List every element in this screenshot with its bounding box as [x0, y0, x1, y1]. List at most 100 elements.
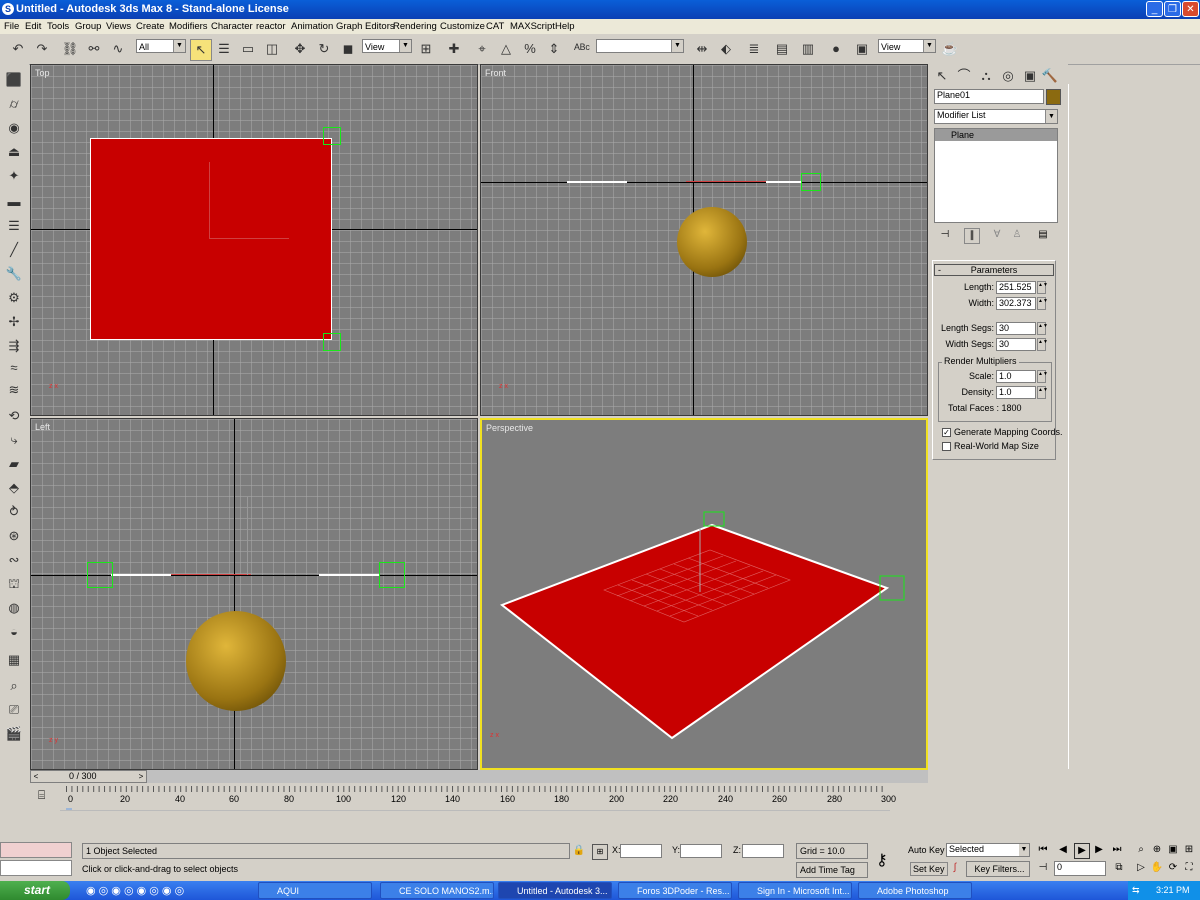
bind-space-warp-icon[interactable]: ∿	[108, 39, 128, 59]
mirror-icon[interactable]: ⇹	[692, 39, 712, 59]
menu-reactor[interactable]: reactor	[256, 21, 286, 32]
create-sphere-icon[interactable]: ◉	[4, 118, 24, 138]
quick-launch-icons[interactable]: ◉ ◎ ◉ ◎ ◉ ◎ ◉ ◎	[86, 884, 184, 897]
density-input[interactable]: 1.0	[996, 386, 1036, 399]
key-icon[interactable]: ⚷	[876, 850, 888, 870]
pan-icon[interactable]: ✋	[1150, 861, 1164, 875]
play-icon[interactable]: ▶	[1074, 843, 1090, 859]
menu-graph-editors[interactable]: Graph Editors	[336, 21, 395, 32]
3ds-max-icon[interactable]: S	[2, 3, 14, 15]
plane-object[interactable]	[90, 138, 332, 340]
gear-icon[interactable]: ⚙	[4, 288, 24, 308]
taper-icon[interactable]: ⬘	[4, 478, 24, 498]
reference-coordinate-dropdown[interactable]: View ▼	[362, 39, 412, 53]
rotate-icon[interactable]: ↻	[314, 39, 334, 59]
selection-filter-dropdown[interactable]: All ▼	[136, 39, 186, 53]
render-view-dropdown[interactable]: View ▼	[878, 39, 936, 53]
render-icon[interactable]: ⎚	[4, 700, 24, 720]
wrap-icon[interactable]: ⟲	[4, 406, 24, 426]
time-slider[interactable]: < 0 / 300 >	[30, 770, 147, 783]
width-segs-spinner[interactable]: ▲▼	[1037, 338, 1048, 351]
length-spinner[interactable]: ▲▼	[1037, 281, 1048, 294]
window-crossing-icon[interactable]: ◫	[262, 39, 282, 59]
viewport-top[interactable]: Top z x	[30, 64, 478, 416]
menu-file[interactable]: File	[4, 21, 19, 32]
ffd-icon[interactable]: ⊛	[4, 526, 24, 546]
schematic-view-icon[interactable]: ▥	[798, 39, 818, 59]
viewport-label[interactable]: Left	[35, 422, 50, 432]
zoom-all-icon[interactable]: ⊕	[1150, 843, 1164, 857]
plane-object-edge[interactable]	[111, 574, 171, 576]
scale-icon[interactable]: ◼	[338, 39, 358, 59]
set-key-button[interactable]: Set Key	[910, 862, 948, 876]
close-button[interactable]: ✕	[1182, 1, 1199, 17]
track-bar-keys-area[interactable]	[60, 810, 890, 833]
z-coord-input[interactable]	[742, 844, 784, 858]
menu-modifiers[interactable]: Modifiers	[169, 21, 208, 32]
sphere-object[interactable]	[677, 207, 747, 277]
menu-rendering[interactable]: Rendering	[393, 21, 437, 32]
time-slider-track[interactable]	[147, 770, 928, 783]
chevron-right-icon[interactable]: >	[136, 771, 146, 782]
viewport-label[interactable]: Top	[35, 68, 50, 78]
key-mode-icon[interactable]: ∫	[948, 861, 962, 875]
menu-edit[interactable]: Edit	[25, 21, 41, 32]
curve-editor-mini-icon[interactable]: ⌸	[38, 788, 54, 802]
auto-key-button[interactable]: Auto Key	[908, 845, 945, 855]
chevron-left-icon[interactable]: <	[31, 771, 41, 782]
object-name-input[interactable]: Plane01	[934, 89, 1044, 104]
menu-group[interactable]: Group	[75, 21, 101, 32]
scale-spinner[interactable]: ▲▼	[1037, 370, 1048, 383]
modifier-list-dropdown[interactable]: Modifier List ▼	[934, 109, 1058, 124]
viewport-left[interactable]: Left z y	[30, 418, 478, 770]
display-tab-icon[interactable]: ▣	[1020, 66, 1040, 86]
key-selection-dropdown[interactable]: Selected ▼	[946, 843, 1030, 857]
menu-maxscript[interactable]: MAXScript	[510, 21, 555, 32]
taskbar-item[interactable]: Sign In - Microsoft Int...	[738, 882, 852, 899]
modifier-stack[interactable]: Plane	[934, 128, 1058, 223]
network-icon[interactable]: ⇆	[1132, 881, 1140, 900]
utilities-tab-icon[interactable]: 🔨	[1040, 66, 1060, 86]
create-cylinder-icon[interactable]: ⌭	[4, 94, 24, 114]
taskbar-item[interactable]: AQUI	[258, 882, 372, 899]
start-button[interactable]: start	[0, 881, 70, 900]
viewport-front[interactable]: Front z x	[480, 64, 928, 416]
create-camera-icon[interactable]: ▬	[4, 192, 24, 212]
time-configuration-icon[interactable]: ⧉	[1112, 861, 1126, 875]
clapper-icon[interactable]: 🎬	[4, 724, 24, 744]
align-icon[interactable]: ⬖	[716, 39, 736, 59]
quick-render-icon[interactable]: ☕	[940, 39, 960, 59]
key-mode-toggle-icon[interactable]: ⊣	[1036, 861, 1050, 875]
line-tool-icon[interactable]: ╱	[4, 240, 24, 260]
previous-frame-icon[interactable]: ◀	[1056, 843, 1070, 857]
undo-icon[interactable]: ↶	[8, 39, 28, 59]
track-bar[interactable]: 0 20 40 60 80 100 120 140 160 180 200 22…	[60, 786, 896, 808]
make-unique-icon[interactable]: ∀	[990, 228, 1004, 242]
width-segs-input[interactable]: 30	[996, 338, 1036, 351]
menu-help[interactable]: Help	[555, 21, 575, 32]
menu-create[interactable]: Create	[136, 21, 165, 32]
menu-tools[interactable]: Tools	[47, 21, 69, 32]
render-frame-icon[interactable]: ▦	[4, 650, 24, 670]
zoom-extents-icon[interactable]: ▣	[1166, 843, 1180, 857]
length-segs-spinner[interactable]: ▲▼	[1037, 322, 1048, 335]
render-scene-icon[interactable]: ▣	[852, 39, 872, 59]
zoom-icon[interactable]: ⌕	[1134, 843, 1148, 857]
width-spinner[interactable]: ▲▼	[1037, 297, 1048, 310]
y-coord-input[interactable]	[680, 844, 722, 858]
plane-object-edge[interactable]	[766, 181, 801, 183]
go-to-end-icon[interactable]: ⏭	[1110, 843, 1124, 857]
bend-icon[interactable]: ⤷	[4, 430, 24, 450]
camera-view-icon[interactable]: ⌕	[4, 676, 24, 696]
length-segs-input[interactable]: 30	[996, 322, 1036, 335]
menu-customize[interactable]: Customize	[440, 21, 485, 32]
pivot-center-icon[interactable]: ⊞	[416, 39, 436, 59]
taskbar-item[interactable]: CE SOLO MANOS2.m...	[380, 882, 494, 899]
viewport-label[interactable]: Front	[485, 68, 506, 78]
arc-rotate-icon[interactable]: ⟳	[1166, 861, 1180, 875]
wrench-icon[interactable]: 🔧	[4, 264, 24, 284]
generate-mapping-checkbox[interactable]: ✓	[942, 428, 951, 437]
next-frame-icon[interactable]: ▶	[1092, 843, 1106, 857]
maximize-viewport-icon[interactable]: ⛶	[1182, 861, 1196, 875]
uvw-map-icon[interactable]: ⛫	[4, 574, 24, 594]
